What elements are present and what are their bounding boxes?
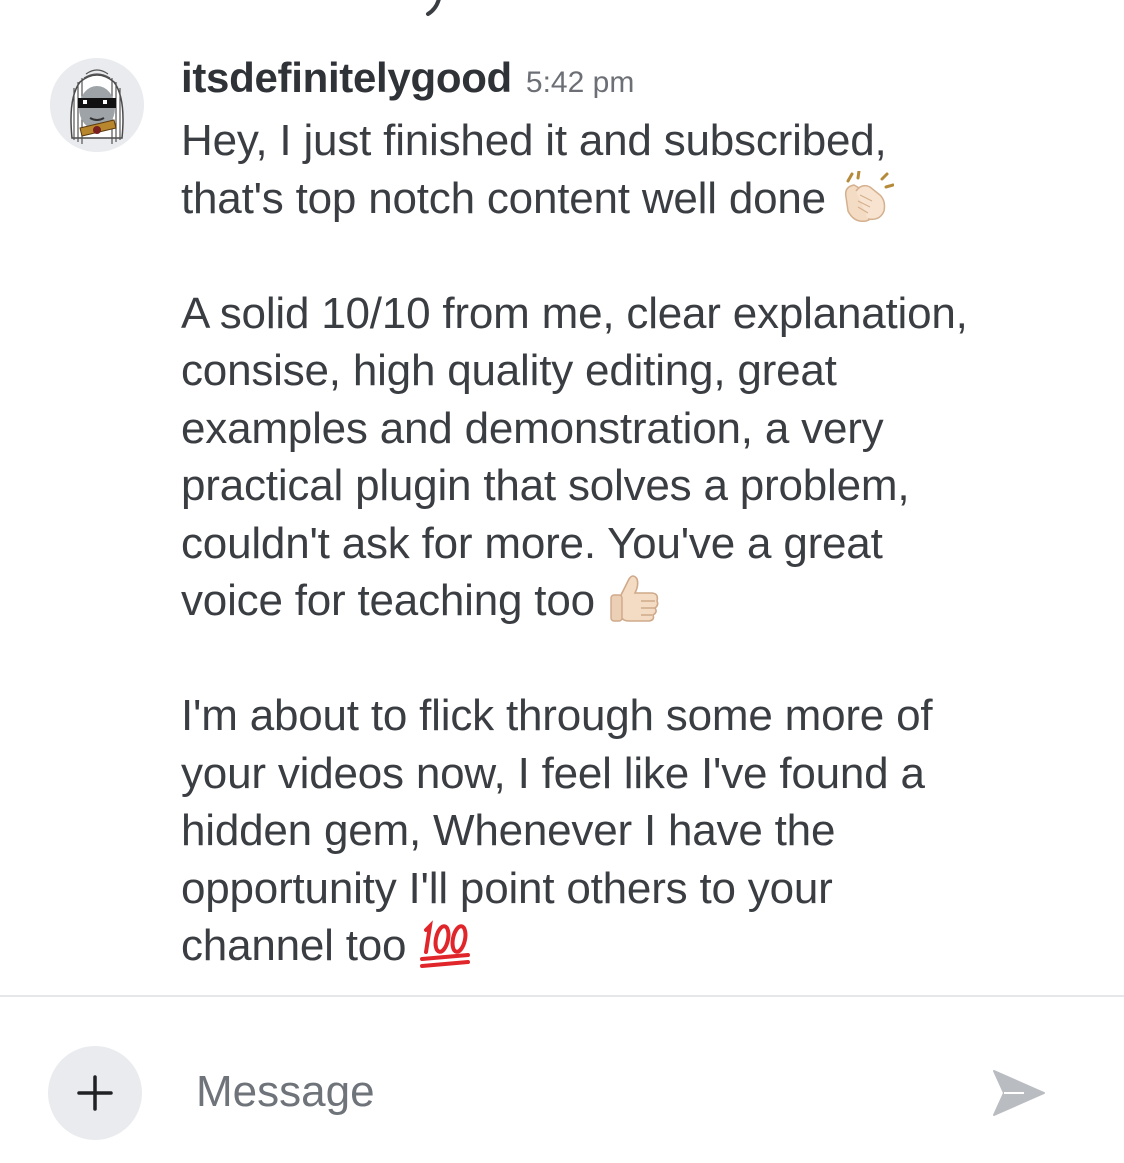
paragraph-text: Hey, I just finished it and subscribed, … [181, 116, 887, 223]
paragraph-text: A solid 10/10 from me, clear explanation… [181, 288, 968, 626]
message-paragraph: Hey, I just finished it and subscribed, … [181, 112, 1081, 227]
message-input[interactable] [180, 1057, 972, 1127]
paragraph-text: I'm about to flick through some more of … [181, 691, 933, 970]
timestamp: 5:42 pm [525, 66, 635, 99]
message-content: itsdefinitelygood 5:42 pm Hey, I just fi… [181, 54, 1081, 975]
add-attachment-button[interactable] [48, 1046, 142, 1140]
message-paragraph: A solid 10/10 from me, clear explanation… [181, 285, 1081, 630]
username[interactable]: itsdefinitelygood [181, 54, 512, 102]
message-header: itsdefinitelygood 5:42 pm [181, 54, 1081, 112]
avatar[interactable] [50, 58, 144, 152]
previous-message-clip [426, 0, 441, 16]
thumbs-up-icon [607, 573, 663, 625]
previous-message-fragment [0, 0, 1124, 20]
send-icon [993, 1070, 1045, 1116]
hundred-points-icon [418, 918, 474, 970]
message-composer [0, 997, 1124, 1163]
clapping-hands-icon [838, 169, 895, 223]
send-button[interactable] [986, 1063, 1050, 1123]
plus-icon [77, 1075, 113, 1111]
avatar-image [50, 58, 144, 152]
message-paragraph: I'm about to flick through some more of … [181, 687, 1081, 975]
